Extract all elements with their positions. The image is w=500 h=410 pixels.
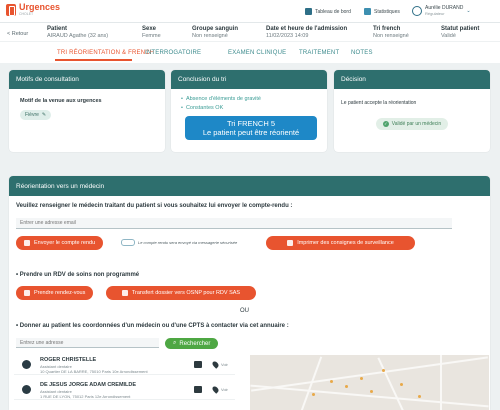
send-report-button[interactable]: Envoyer le compte rendu	[16, 236, 104, 250]
secure-note: Le compte rendu sera envoyé via messager…	[138, 240, 238, 245]
active-tab-indicator	[55, 59, 132, 61]
status-header: Statut patient	[441, 26, 480, 32]
conclusion-card: Conclusion du tri • Absence d'éléments de…	[171, 70, 327, 152]
decision-title: Décision	[334, 70, 490, 89]
blood-group-col: Groupe sanguin Non renseigné	[192, 26, 238, 39]
sex-value: Femme	[142, 33, 161, 39]
folder-icon	[121, 290, 128, 296]
or-separator: OU	[240, 308, 249, 314]
status-value: Validé	[441, 33, 456, 39]
top-bar: Urgences CHOLET Tableau de bord Statisti…	[0, 0, 500, 22]
doctor-name: DE JESUS JORGE ADAM CREMILDE	[40, 382, 137, 388]
transfer-osnp-button[interactable]: Transfert dossier vers OSNP pour RDV SAS	[106, 286, 256, 300]
print-icon[interactable]	[194, 361, 202, 368]
mail-icon	[24, 240, 30, 246]
tab-tri-reorientation[interactable]: TRI RÉORIENTATION & FRENCH	[57, 50, 154, 56]
list-item[interactable]: ROGER CHRISTELLE Assistant dentaire 10 Q…	[14, 355, 235, 375]
logo-icon	[6, 3, 16, 16]
secure-mail-icon	[121, 239, 135, 246]
dashboard-link[interactable]: Tableau de bord	[305, 8, 351, 15]
make-appointment-button[interactable]: Prendre rendez-vous	[16, 286, 94, 300]
check-icon: ✓	[382, 121, 389, 127]
conclusion-item: • Constantes OK	[181, 105, 224, 111]
app-subtitle: CHOLET	[19, 12, 34, 16]
email-input[interactable]	[16, 218, 452, 229]
conclusion-item: • Absence d'éléments de gravité	[181, 96, 261, 102]
user-role: Régulateur	[425, 11, 445, 16]
doctor-address: 10 Quartier DE LA BARRE, 75010 Paris 10e…	[40, 369, 148, 374]
doctor-question: Veuillez renseigner le médecin traitant …	[16, 203, 293, 209]
app-logo[interactable]: Urgences CHOLET	[6, 3, 60, 16]
person-icon	[22, 385, 31, 394]
conclusion-title: Conclusion du tri	[171, 70, 327, 89]
directory-map[interactable]	[250, 355, 489, 410]
search-icon: ⌕	[173, 340, 177, 346]
sex-col: Sexe Femme	[142, 26, 161, 39]
motifs-card: Motifs de consultation Motif de la venue…	[9, 70, 165, 152]
view-link[interactable]: Voir	[221, 387, 228, 392]
validated-badge: ✓ Validé par un médecin	[375, 118, 449, 130]
tab-notes[interactable]: NOTES	[351, 50, 373, 56]
stats-icon	[364, 8, 371, 15]
patient-value: AIRAUD Agathe (32 ans)	[47, 33, 109, 39]
user-avatar-icon	[412, 5, 422, 16]
user-menu[interactable]: Aurélie DURAND Régulateur ⌄	[412, 5, 471, 16]
address-input[interactable]	[16, 338, 159, 348]
motif-chip[interactable]: Fièvre ✎	[20, 110, 52, 120]
blood-group-header: Groupe sanguin	[192, 26, 239, 32]
admission-header: Date et heure de l'admission	[266, 26, 348, 32]
patient-info-bar: < Retour Patient AIRAUD Agathe (32 ans) …	[0, 22, 500, 41]
admission-value: 11/02/2023 14:09	[266, 33, 309, 39]
person-icon	[22, 360, 31, 369]
tri-french-button[interactable]: Tri FRENCH 5 Le patient peut être réorie…	[185, 116, 317, 140]
motif-label: Motif de la venue aux urgences	[20, 98, 102, 104]
dashboard-label: Tableau de bord	[315, 8, 351, 15]
tab-examen-clinique[interactable]: EXAMEN CLINIQUE	[228, 50, 286, 56]
app-title: Urgences	[19, 2, 61, 12]
rdv-question: • Prendre un RDV de soins non programmé	[16, 272, 140, 278]
decision-text: Le patient accepte la réorientation	[341, 100, 417, 106]
print-icon[interactable]	[194, 386, 202, 393]
tri-french-sublabel: Le patient peut être réorienté	[202, 128, 300, 137]
printer-icon	[287, 240, 294, 246]
tri-french-label: Tri FRENCH 5	[226, 119, 276, 128]
admission-col: Date et heure de l'admission 11/02/2023 …	[266, 26, 347, 39]
motifs-title: Motifs de consultation	[9, 70, 165, 89]
view-link[interactable]: Voir	[221, 362, 228, 367]
doctor-address: 1 RUE DE LYON, 75012 Paris 12e Arrondiss…	[40, 394, 131, 399]
patient-header: Patient	[47, 26, 68, 32]
chevron-down-icon: ⌄	[466, 7, 471, 14]
print-instructions-button[interactable]: Imprimer des consignes de surveillance	[266, 236, 415, 250]
tri-col: Tri french Non renseigné	[373, 26, 409, 39]
search-button[interactable]: ⌕ Rechercher	[165, 338, 219, 349]
tri-value: Non renseigné	[373, 33, 409, 39]
dashboard-icon	[305, 8, 312, 15]
decision-card: Décision Le patient accepte la réorienta…	[334, 70, 490, 152]
tab-traitement[interactable]: TRAITEMENT	[299, 50, 339, 56]
reorientation-title: Réorientation vers un médecin	[9, 176, 490, 196]
tab-interrogatoire[interactable]: INTERROGATOIRE	[145, 50, 201, 56]
stats-link[interactable]: Statistiques	[364, 8, 400, 15]
blood-group-value: Non renseigné	[192, 33, 228, 39]
status-col: Statut patient Validé	[441, 26, 479, 39]
motif-chip-label: Fièvre	[25, 112, 39, 118]
map-pin-icon	[211, 385, 220, 394]
directory-question: • Donner au patient les coordonnées d'un…	[16, 323, 289, 329]
sex-header: Sexe	[142, 26, 157, 32]
map-pin-icon	[211, 360, 220, 369]
patient-col: Patient AIRAUD Agathe (32 ans)	[47, 26, 108, 39]
back-link[interactable]: < Retour	[7, 31, 28, 37]
doctor-name: ROGER CHRISTELLE	[40, 357, 97, 363]
list-item[interactable]: DE JESUS JORGE ADAM CREMILDE Assistant d…	[14, 380, 235, 400]
tri-header: Tri french	[373, 26, 401, 32]
edit-icon: ✎	[41, 112, 47, 118]
calendar-icon	[24, 290, 30, 296]
stats-label: Statistiques	[374, 8, 400, 15]
